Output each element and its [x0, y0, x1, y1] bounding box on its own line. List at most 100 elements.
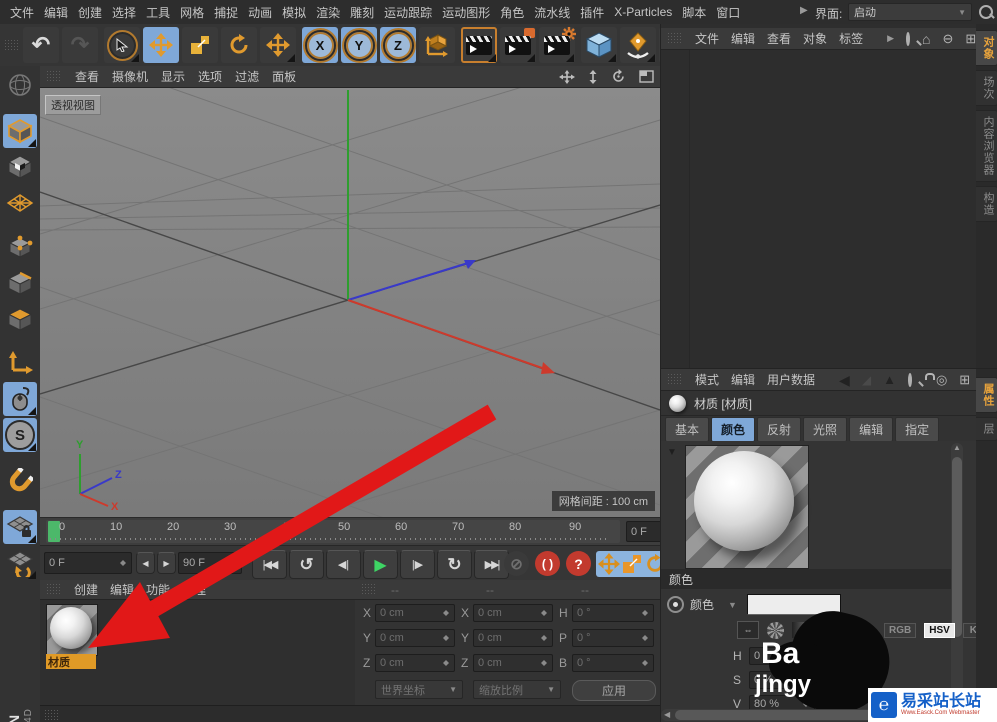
- object-manager-grip[interactable]: [667, 32, 683, 45]
- play-forward-loop-button[interactable]: ↻: [437, 550, 472, 579]
- menu-window[interactable]: 窗口: [716, 4, 740, 21]
- bottom-strip-grip[interactable]: [44, 709, 60, 722]
- tab-basic[interactable]: 基本: [665, 417, 710, 442]
- move-tool-button[interactable]: [143, 27, 179, 63]
- view-label[interactable]: 透视视图: [45, 95, 101, 115]
- undo-button[interactable]: ↶: [23, 27, 59, 63]
- spinner-icon[interactable]: [442, 607, 450, 619]
- scale-mode-dropdown[interactable]: 缩放比例 ▼: [473, 680, 561, 699]
- viewport-rotate-icon[interactable]: [611, 69, 626, 84]
- scroll-up-icon[interactable]: ▲: [953, 443, 961, 452]
- viewport-toggle-icon[interactable]: [639, 70, 654, 83]
- menu-motion-tracker[interactable]: 运动跟踪: [384, 4, 432, 21]
- scrollbar-thumb[interactable]: [952, 457, 962, 637]
- keyframe-selection-button[interactable]: ?: [566, 551, 591, 576]
- viewport-menu-display[interactable]: 显示: [161, 68, 185, 85]
- material-menu-function[interactable]: 功能: [146, 581, 170, 598]
- viewport-pan-icon[interactable]: [559, 69, 575, 84]
- viewport-menu-options[interactable]: 选项: [198, 68, 222, 85]
- filter-icon[interactable]: ⊖: [942, 32, 953, 45]
- scale-tool-button[interactable]: [182, 27, 218, 63]
- rot-p-field[interactable]: 0 °: [572, 629, 654, 647]
- scale-z-field[interactable]: 0 cm: [473, 654, 553, 672]
- axis-x-lock-button[interactable]: X: [302, 27, 338, 63]
- coordinates-grip[interactable]: [361, 583, 377, 596]
- viewport-menu-view[interactable]: 查看: [75, 68, 99, 85]
- material-name-label[interactable]: 材质: [46, 654, 96, 669]
- viewport-menu-filter[interactable]: 过滤: [235, 68, 259, 85]
- menu-edit[interactable]: 编辑: [44, 4, 68, 21]
- current-frame-field[interactable]: 0 F: [44, 552, 132, 574]
- tab-luminance[interactable]: 光照: [803, 417, 848, 442]
- scale-y-field[interactable]: 0 cm: [473, 629, 553, 647]
- make-editable-button[interactable]: [3, 68, 37, 102]
- goto-start-button[interactable]: |◀◀: [252, 550, 287, 579]
- tab-takes[interactable]: 场次: [976, 70, 997, 106]
- hsv-mode-button[interactable]: HSV: [924, 622, 955, 638]
- workplane-button[interactable]: [3, 546, 37, 580]
- points-mode-button[interactable]: [3, 230, 37, 264]
- new-panel-icon[interactable]: ⊞: [959, 373, 970, 386]
- scroll-left-icon[interactable]: ◀: [664, 710, 670, 719]
- pos-z-field[interactable]: 0 cm: [375, 654, 455, 672]
- spinner-icon[interactable]: [442, 657, 450, 669]
- play-backwards-loop-button[interactable]: ↺: [289, 550, 324, 579]
- spinner-icon[interactable]: [540, 607, 548, 619]
- tab-reflectance[interactable]: 反射: [757, 417, 802, 442]
- viewport-menu-panel[interactable]: 面板: [272, 68, 296, 85]
- target-icon[interactable]: ◎: [936, 373, 947, 386]
- rot-h-field[interactable]: 0 °: [572, 604, 654, 622]
- record-scale-toggle[interactable]: [621, 553, 643, 575]
- polygons-mode-button[interactable]: [3, 302, 37, 336]
- material-menu-texture[interactable]: 纹理: [182, 581, 206, 598]
- render-settings-button[interactable]: [539, 26, 576, 63]
- snap-enable-button[interactable]: S: [3, 418, 37, 452]
- am-menu-edit[interactable]: 编辑: [731, 371, 755, 388]
- material-menu-edit[interactable]: 编辑: [110, 581, 134, 598]
- add-layer-icon[interactable]: ⊞: [965, 32, 976, 45]
- coordinate-system-dropdown[interactable]: 世界坐标 ▼: [375, 680, 463, 699]
- timeline-ruler[interactable]: 0 10 20 30 40 50 60 70 80 90 0 F: [40, 517, 694, 546]
- color-wheel-icon[interactable]: [767, 621, 784, 639]
- menu-xparticles[interactable]: X-Particles: [614, 5, 672, 19]
- prev-key-button[interactable]: ◀: [136, 552, 155, 574]
- render-picture-viewer-button[interactable]: [500, 27, 536, 63]
- tab-color[interactable]: 颜色: [711, 417, 756, 442]
- ruler-track[interactable]: 0 10 20 30 40 50 60 70 80 90: [46, 520, 620, 543]
- axis-y-lock-button[interactable]: Y: [341, 27, 377, 63]
- om-search-icon[interactable]: [906, 31, 910, 46]
- collapse-triangle-icon[interactable]: ▼: [667, 447, 677, 458]
- material-manager-body[interactable]: 材质: [40, 600, 355, 705]
- panel-arrow-icon[interactable]: ▶: [800, 6, 808, 16]
- viewport-menu-camera[interactable]: 摄像机: [112, 68, 148, 85]
- enable-axis-button[interactable]: [3, 346, 37, 380]
- material-thumbnail[interactable]: [46, 604, 98, 656]
- compact-mode-icon[interactable]: ⇔: [737, 621, 759, 639]
- color-section-header[interactable]: 颜色: [661, 569, 951, 589]
- menu-plugins[interactable]: 插件: [580, 4, 604, 21]
- menu-script[interactable]: 脚本: [682, 4, 706, 21]
- om-menu-view[interactable]: 查看: [767, 30, 791, 47]
- spinner-icon[interactable]: [540, 632, 548, 644]
- om-menu-edit[interactable]: 编辑: [731, 30, 755, 47]
- viewport-grip[interactable]: [46, 70, 62, 83]
- radio-icon[interactable]: [667, 596, 684, 613]
- history-forward-icon[interactable]: ◢: [862, 374, 871, 386]
- history-back-icon[interactable]: ◀: [839, 373, 850, 387]
- toolbar-grip[interactable]: [4, 38, 20, 52]
- menu-tools[interactable]: 工具: [146, 4, 170, 21]
- apply-button[interactable]: 应用: [572, 680, 656, 701]
- magnet-snap-button[interactable]: [3, 464, 37, 498]
- add-spline-button[interactable]: [620, 27, 656, 63]
- pos-y-field[interactable]: 0 cm: [375, 629, 455, 647]
- end-frame-field[interactable]: 90 F: [178, 552, 242, 574]
- om-menu-tags[interactable]: 标签: [839, 30, 863, 47]
- menu-character[interactable]: 角色: [500, 4, 524, 21]
- am-menu-mode[interactable]: 模式: [695, 371, 719, 388]
- edges-mode-button[interactable]: [3, 266, 37, 300]
- spinner-icon[interactable]: [641, 657, 649, 669]
- spinner-icon[interactable]: [641, 632, 649, 644]
- play-button[interactable]: ▶: [363, 550, 398, 579]
- spinner-icon[interactable]: [119, 557, 127, 569]
- om-menu-objects[interactable]: 对象: [803, 30, 827, 47]
